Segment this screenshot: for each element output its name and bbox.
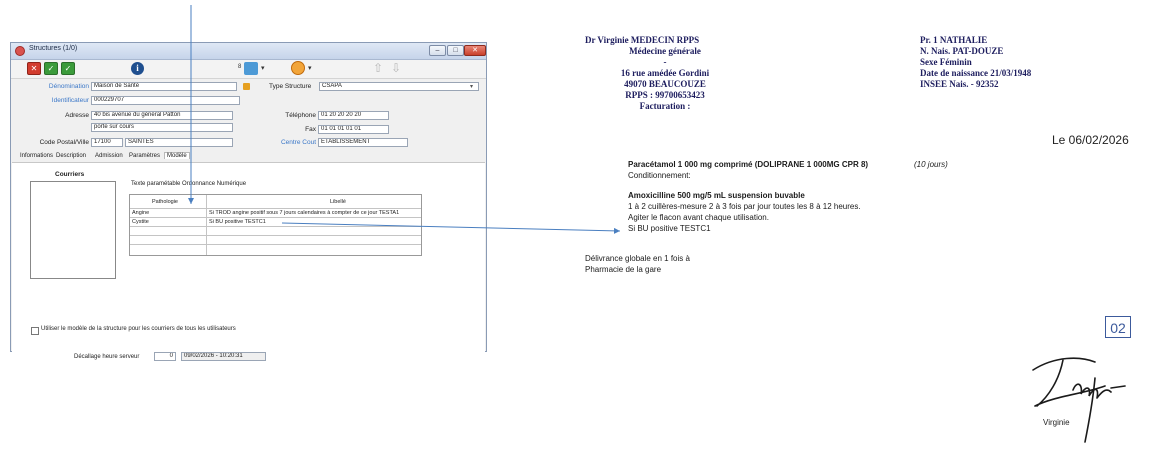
decalage-field[interactable]: 0	[154, 352, 176, 361]
type-structure-label: Type Structure	[269, 83, 312, 90]
structures-window: Structures (1/0) – □ ✕ ✕ ✓ ✓ i 8 ▾ ▾ ⇧ ⇩…	[10, 42, 487, 361]
signature-image	[1032, 357, 1126, 443]
doctor-rpps: RPPS : 99700653423	[625, 90, 705, 100]
doctor-facturation: Facturation :	[639, 101, 691, 111]
use-structure-model-checkbox[interactable]	[31, 327, 39, 335]
decalage-label: Décallage heure serveur	[74, 354, 140, 360]
close-button[interactable]: ✕	[464, 45, 486, 56]
validate-all-icon[interactable]: ✓	[61, 62, 75, 75]
adresse-line1-field[interactable]: 40 bis avenue du général Patton	[91, 111, 233, 120]
info-icon[interactable]: i	[131, 62, 144, 75]
alarm-icon[interactable]	[291, 61, 305, 75]
table-row-libelle[interactable]: Si TROD angine positif sous 7 jours cale…	[209, 210, 419, 216]
patient-birth-name: N. Nais. PAT-DOUZE	[920, 46, 1004, 56]
print-dropdown-caret[interactable]: ▾	[261, 64, 265, 72]
column-header-libelle[interactable]: Libellé	[330, 199, 346, 205]
tab-modele[interactable]: Modèle	[164, 152, 190, 159]
delete-icon[interactable]: ✕	[27, 62, 41, 75]
page-number-badge: 02	[1105, 316, 1131, 338]
grid-divider	[130, 235, 421, 236]
prescription-date: Le 06/02/2026	[1052, 133, 1129, 147]
chevron-down-icon[interactable]: ▾	[470, 83, 473, 90]
grid-divider	[130, 208, 421, 209]
adresse-line2-field[interactable]: porte sur cours	[91, 123, 233, 132]
med1-duration: (10 jours)	[914, 160, 948, 169]
signature-name: Virginie	[1043, 418, 1070, 427]
med1-detail: Conditionnement:	[628, 171, 691, 180]
app-icon	[15, 46, 25, 56]
tab-parametres[interactable]: Paramètres	[129, 153, 160, 159]
doctor-city: 49070 BEAUCOUZE	[624, 79, 706, 89]
tab-admission[interactable]: Admission	[95, 153, 123, 159]
denomination-field[interactable]: Maison de Santé	[91, 82, 237, 91]
table-row-pathologie[interactable]: Cystite	[132, 219, 204, 225]
print-count-badge: 8	[238, 64, 242, 70]
code-postal-ville-label: Code Postal/Ville	[39, 139, 89, 146]
patient-birth-date: Date de naissance 21/03/1948	[920, 68, 1032, 78]
courriers-list[interactable]	[30, 181, 116, 279]
type-structure-select[interactable]: CSAPA	[319, 82, 479, 91]
med2-dosage: 1 à 2 cuillères-mesure 2 à 3 fois par jo…	[628, 202, 861, 211]
maximize-button[interactable]: □	[447, 45, 464, 56]
up-arrow-icon[interactable]: ⇧	[373, 61, 383, 75]
doctor-specialty: Médecine générale	[629, 46, 701, 56]
lock-icon	[243, 83, 250, 90]
patient-sex: Sexe Féminin	[920, 57, 972, 67]
doctor-name: Dr Virginie MEDECIN RPPS	[585, 35, 700, 45]
ville-field[interactable]: SAINTES	[125, 138, 233, 147]
doctor-street: 16 rue amédée Gordini	[620, 68, 710, 78]
grid-divider	[130, 226, 421, 227]
med2-name: Amoxicilline 500 mg/5 mL suspension buva…	[628, 191, 805, 200]
med1-name: Paracétamol 1 000 mg comprimé (DOLIPRANE…	[628, 160, 869, 169]
med2-condition: Si BU positive TESTC1	[628, 224, 711, 233]
centre-cout-field[interactable]: ETABLISSEMENT	[318, 138, 408, 147]
grid-title: Texte paramétable Ordonnance Numérique	[131, 181, 247, 187]
fax-label: Fax	[305, 126, 316, 133]
title-bar[interactable]: Structures (1/0) – □ ✕	[11, 43, 486, 60]
code-postal-field[interactable]: 17100	[91, 138, 123, 147]
fax-field[interactable]: 01 01 01 01 01	[318, 125, 389, 134]
down-arrow-icon[interactable]: ⇩	[391, 61, 401, 75]
use-structure-model-label: Utiliser le modèle de la structure pour …	[41, 326, 236, 332]
tab-description[interactable]: Description	[56, 153, 86, 159]
table-row-pathologie[interactable]: Angine	[132, 210, 204, 216]
tab-informations[interactable]: Informations	[20, 153, 53, 159]
grid-divider	[130, 244, 421, 245]
grid-divider	[130, 217, 421, 218]
alarm-dropdown-caret[interactable]: ▾	[308, 64, 312, 72]
pathologie-grid[interactable]: Pathologie Libellé Angine Si TROD angine…	[129, 194, 422, 256]
print-icon[interactable]	[244, 62, 258, 75]
modele-panel: Courriers Texte paramétable Ordonnance N…	[12, 162, 485, 361]
doctor-separator: -	[663, 57, 667, 67]
server-datetime-field: 09/02/2026 - 10:20:31	[181, 352, 266, 361]
identificateur-field[interactable]: 000229707	[91, 96, 240, 105]
minimize-button[interactable]: –	[429, 45, 446, 56]
denomination-label: Dénomination	[48, 83, 89, 90]
delivery-pharmacy: Pharmacie de la gare	[585, 265, 662, 274]
table-row-libelle[interactable]: Si BU positive TESTC1	[209, 219, 419, 225]
identificateur-label: Identificateur	[51, 97, 89, 104]
adresse-label: Adresse	[65, 112, 89, 119]
delivery-line: Délivrance globale en 1 fois à	[585, 254, 690, 263]
telephone-label: Téléphone	[285, 112, 316, 119]
validate-icon[interactable]: ✓	[44, 62, 58, 75]
patient-name: Pr. 1 NATHALIE	[920, 35, 988, 45]
telephone-field[interactable]: 01 20 20 20 20	[318, 111, 389, 120]
grid-column-divider	[206, 195, 207, 255]
med2-instruction: Agiter le flacon avant chaque utilisatio…	[628, 213, 769, 222]
toolbar: ✕ ✓ ✓ i 8 ▾ ▾ ⇧ ⇩	[11, 60, 486, 79]
centre-cout-label: Centre Cout	[280, 139, 316, 146]
courriers-label: Courriers	[55, 171, 85, 178]
column-header-pathologie[interactable]: Pathologie	[152, 199, 178, 205]
patient-insee: INSEE Nais. - 92352	[920, 79, 999, 89]
window-title: Structures (1/0)	[29, 45, 78, 52]
